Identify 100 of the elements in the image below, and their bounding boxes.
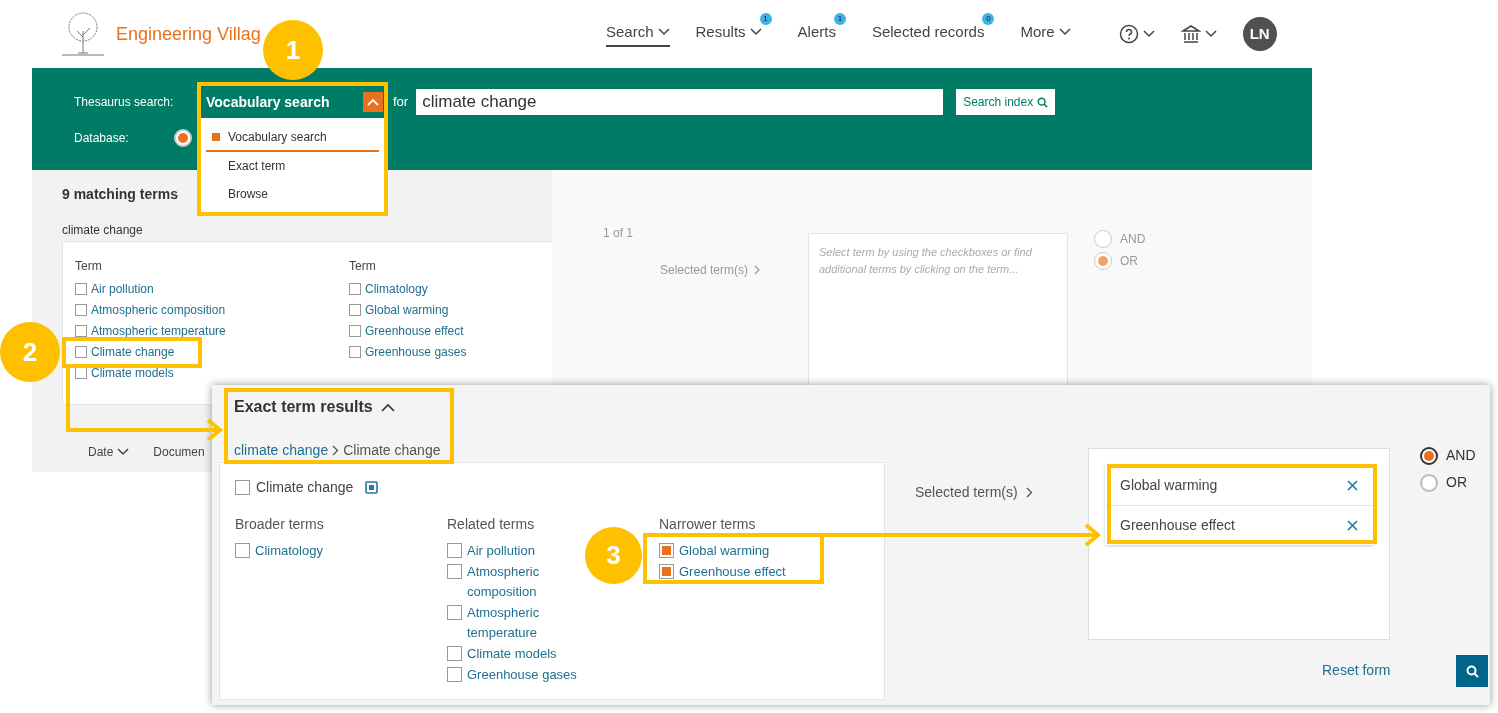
menu-item[interactable]: Exact term: [206, 152, 379, 180]
term-link[interactable]: Atmospheric composition: [467, 562, 583, 602]
menu-item[interactable]: Browse: [206, 180, 379, 208]
institution-icon: [1180, 24, 1201, 44]
radio-button[interactable]: [1420, 473, 1438, 492]
for-label: for: [393, 93, 409, 112]
group-heading: Narrower terms: [659, 515, 757, 534]
term-link[interactable]: Climatology: [365, 279, 428, 298]
caret-up-icon[interactable]: [380, 402, 395, 412]
search-button[interactable]: [1456, 655, 1488, 687]
term-link[interactable]: Atmospheric temperature: [91, 321, 226, 340]
page-indicator: 1 of 1: [603, 225, 634, 242]
checkbox[interactable]: [349, 324, 361, 337]
step-number-badge: 1: [263, 20, 323, 80]
sort-button[interactable]: Documen: [153, 443, 205, 461]
chevron-down-icon: [657, 28, 670, 36]
selected-term: Global warming: [1120, 475, 1218, 495]
group-heading: Broader terms: [235, 515, 325, 534]
count-badge: 1: [759, 12, 772, 25]
nav-tab[interactable]: Alerts: [797, 20, 836, 48]
count-badge: 1: [833, 12, 846, 25]
field-label: Thesaurus search:: [74, 94, 175, 111]
term-link[interactable]: Atmospheric temperature: [467, 603, 583, 643]
thesaurus-icon[interactable]: [365, 481, 379, 494]
group-heading: Related terms: [447, 515, 536, 534]
term-link[interactable]: Climate models: [467, 644, 557, 664]
checkbox[interactable]: [659, 564, 674, 579]
breadcrumb-link[interactable]: climate change: [234, 440, 329, 461]
term-link[interactable]: Greenhouse effect: [679, 562, 786, 582]
close-icon[interactable]: [1347, 520, 1358, 531]
nav-tab[interactable]: Search: [606, 20, 670, 48]
checkbox[interactable]: [447, 564, 462, 579]
institution-button[interactable]: [1180, 24, 1217, 44]
checkbox[interactable]: [349, 282, 361, 295]
column-heading: Term: [349, 258, 376, 274]
checkbox[interactable]: [659, 543, 674, 558]
user-avatar[interactable]: LN: [1242, 17, 1277, 51]
breadcrumb-current: Climate change: [343, 441, 441, 460]
database-radio[interactable]: [174, 129, 192, 147]
checkbox[interactable]: [75, 282, 87, 295]
term-link[interactable]: Climate models: [91, 363, 174, 382]
term-link[interactable]: Greenhouse gases: [467, 665, 577, 685]
site-logo-text[interactable]: Engineering Villag: [116, 20, 261, 48]
nav-tab[interactable]: More: [1020, 20, 1071, 48]
term-link[interactable]: Air pollution: [467, 541, 535, 561]
count-badge: 0: [982, 12, 995, 25]
chevron-right-icon: [754, 265, 761, 275]
chevron-down-icon: [1204, 30, 1217, 38]
chevron-right-icon: [332, 445, 340, 456]
sort-button[interactable]: Date: [88, 443, 130, 461]
term-link[interactable]: Air pollution: [91, 279, 154, 298]
help-icon: [1118, 24, 1139, 44]
search-input[interactable]: climate change: [416, 89, 944, 115]
chevron-right-icon: [1025, 487, 1033, 498]
selected-term: Greenhouse effect: [1120, 516, 1235, 535]
term-link[interactable]: Global warming: [365, 300, 449, 319]
checkbox[interactable]: [447, 605, 462, 620]
checkbox[interactable]: [447, 667, 462, 682]
search-mode-dropdown[interactable]: Vocabulary search: [200, 88, 385, 116]
search-index-button[interactable]: Search index: [956, 89, 1056, 115]
term-label: Climate change: [256, 478, 354, 497]
term-link[interactable]: Climatology: [255, 541, 323, 561]
checkbox[interactable]: [75, 345, 87, 358]
term-link[interactable]: Greenhouse effect: [365, 321, 464, 340]
section-title: Exact term results: [234, 397, 373, 417]
checkbox[interactable]: [235, 480, 250, 495]
menu-item[interactable]: Vocabulary search: [206, 124, 379, 152]
chevron-down-icon: [117, 448, 130, 456]
selected-terms-label: Selected term(s): [915, 482, 1033, 503]
column-heading: Term: [75, 258, 102, 274]
selected-terms-field[interactable]: Select term by using the checkboxes or find additional terms by clicking on the term...: [819, 244, 1059, 294]
term-link[interactable]: Atmospheric composition: [91, 300, 226, 319]
field-label: Database:: [74, 130, 130, 147]
search-icon: [1465, 664, 1479, 678]
term-link[interactable]: Greenhouse gases: [365, 342, 467, 361]
term-link[interactable]: Global warming: [679, 541, 770, 561]
search-icon: [1037, 96, 1049, 108]
checkbox[interactable]: [75, 324, 87, 337]
checkbox[interactable]: [75, 303, 87, 316]
checkbox[interactable]: [447, 543, 462, 558]
nav-tab[interactable]: Results: [695, 20, 762, 48]
radio-label: OR: [1446, 473, 1467, 492]
checkbox[interactable]: [447, 646, 462, 661]
close-icon[interactable]: [1347, 479, 1358, 491]
radio-button[interactable]: [1420, 446, 1438, 465]
help-button[interactable]: [1118, 24, 1155, 44]
reset-form-link[interactable]: Reset form: [1322, 660, 1391, 681]
term-link[interactable]: Climate change: [91, 342, 175, 361]
chevron-down-icon: [1058, 28, 1071, 36]
selected-terms-label: Selected term(s): [660, 261, 761, 279]
caret-up-icon: [367, 98, 379, 106]
chevron-down-icon: [749, 28, 762, 36]
query-text: climate change: [62, 222, 144, 239]
nav-tab[interactable]: Selected records: [871, 20, 985, 48]
checkbox[interactable]: [349, 303, 361, 316]
step-number-badge: 2: [0, 322, 60, 382]
checkbox[interactable]: [235, 543, 250, 558]
chevron-down-icon: [1142, 30, 1155, 38]
radio-label: AND: [1120, 231, 1146, 248]
checkbox[interactable]: [349, 345, 361, 358]
